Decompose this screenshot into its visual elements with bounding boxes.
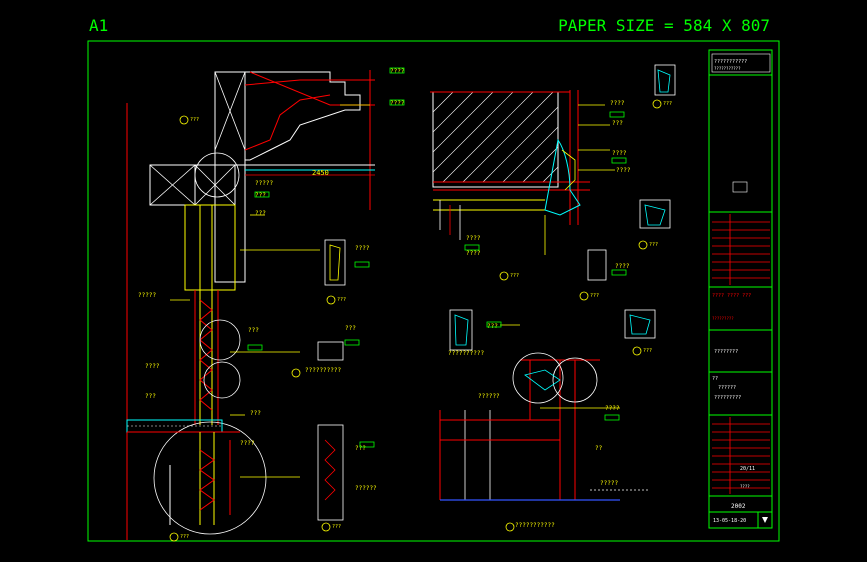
section-marker-label: ???: [180, 534, 189, 540]
dimension-2450: 2450: [312, 169, 329, 177]
callout-label: ?????: [600, 480, 618, 487]
callout-label: ????: [615, 263, 630, 270]
callout-label: ?????: [255, 180, 273, 187]
callout-label: ???: [145, 393, 156, 400]
callout-label: ????: [466, 235, 481, 242]
cad-drawing-sheet: A1 PAPER SIZE = 584 X 807 2450 ???? ????…: [76, 12, 792, 550]
callout-label: ???: [255, 210, 266, 217]
scale-label: 20/11: [740, 466, 755, 472]
callout-label: ????: [145, 363, 160, 370]
callout-label: ????: [240, 440, 255, 447]
section-marker-label: ???: [590, 293, 599, 299]
callout-note-long: ??????????: [305, 367, 342, 374]
callout-label: ????: [390, 68, 405, 75]
callout-label: ????: [390, 100, 405, 107]
drawing-background: [76, 12, 792, 550]
section-marker-label: ???: [663, 101, 672, 107]
section-marker-label: ???: [643, 348, 652, 354]
callout-label: ????: [610, 100, 625, 107]
drawing-title: ????????: [714, 349, 738, 355]
callout-label: ??????: [355, 485, 377, 492]
number-label: 2002: [731, 503, 746, 510]
drawing-code: 13-05-18-20: [713, 518, 746, 524]
bottom-note: ???????????: [515, 522, 555, 529]
callout-label: ????: [466, 250, 481, 257]
callout-label: ???: [355, 445, 366, 452]
callout-label: ??????????: [448, 350, 485, 357]
qq-note: ??: [595, 445, 603, 452]
sub-red: ?????????: [712, 316, 734, 321]
callout-label: ??????: [478, 393, 500, 400]
company-red: ???? ???? ???: [712, 293, 751, 299]
callout-label: ?????: [138, 292, 156, 299]
project-header: ???????????: [714, 59, 747, 65]
section-marker-label: ???: [337, 297, 346, 303]
drawing-name-1: ??????: [718, 385, 736, 391]
callout-label: ???: [248, 327, 259, 334]
callout-label: ????: [612, 150, 627, 157]
callout-label: ???: [487, 323, 498, 330]
sheet-size-label: A1: [89, 16, 108, 35]
callout-label: ????: [605, 405, 620, 412]
callout-label: ???: [612, 120, 623, 127]
callout-label: ????: [355, 245, 370, 252]
callout-label: ????: [616, 167, 631, 174]
callout-label: ???: [255, 192, 266, 199]
section-marker-label: ???: [510, 273, 519, 279]
company-name: ???????????: [714, 66, 741, 71]
callout-label: ???: [250, 410, 261, 417]
section-marker-label: ???: [190, 117, 199, 123]
callout-label: ???: [345, 325, 356, 332]
paper-size-label: PAPER SIZE = 584 X 807: [558, 16, 770, 35]
drawing-name-2: ?????????: [714, 395, 741, 401]
q-label: ??: [712, 376, 718, 382]
section-marker-label: ???: [649, 242, 658, 248]
sheet-number: ????: [740, 484, 750, 489]
section-marker-label: ???: [332, 524, 341, 530]
